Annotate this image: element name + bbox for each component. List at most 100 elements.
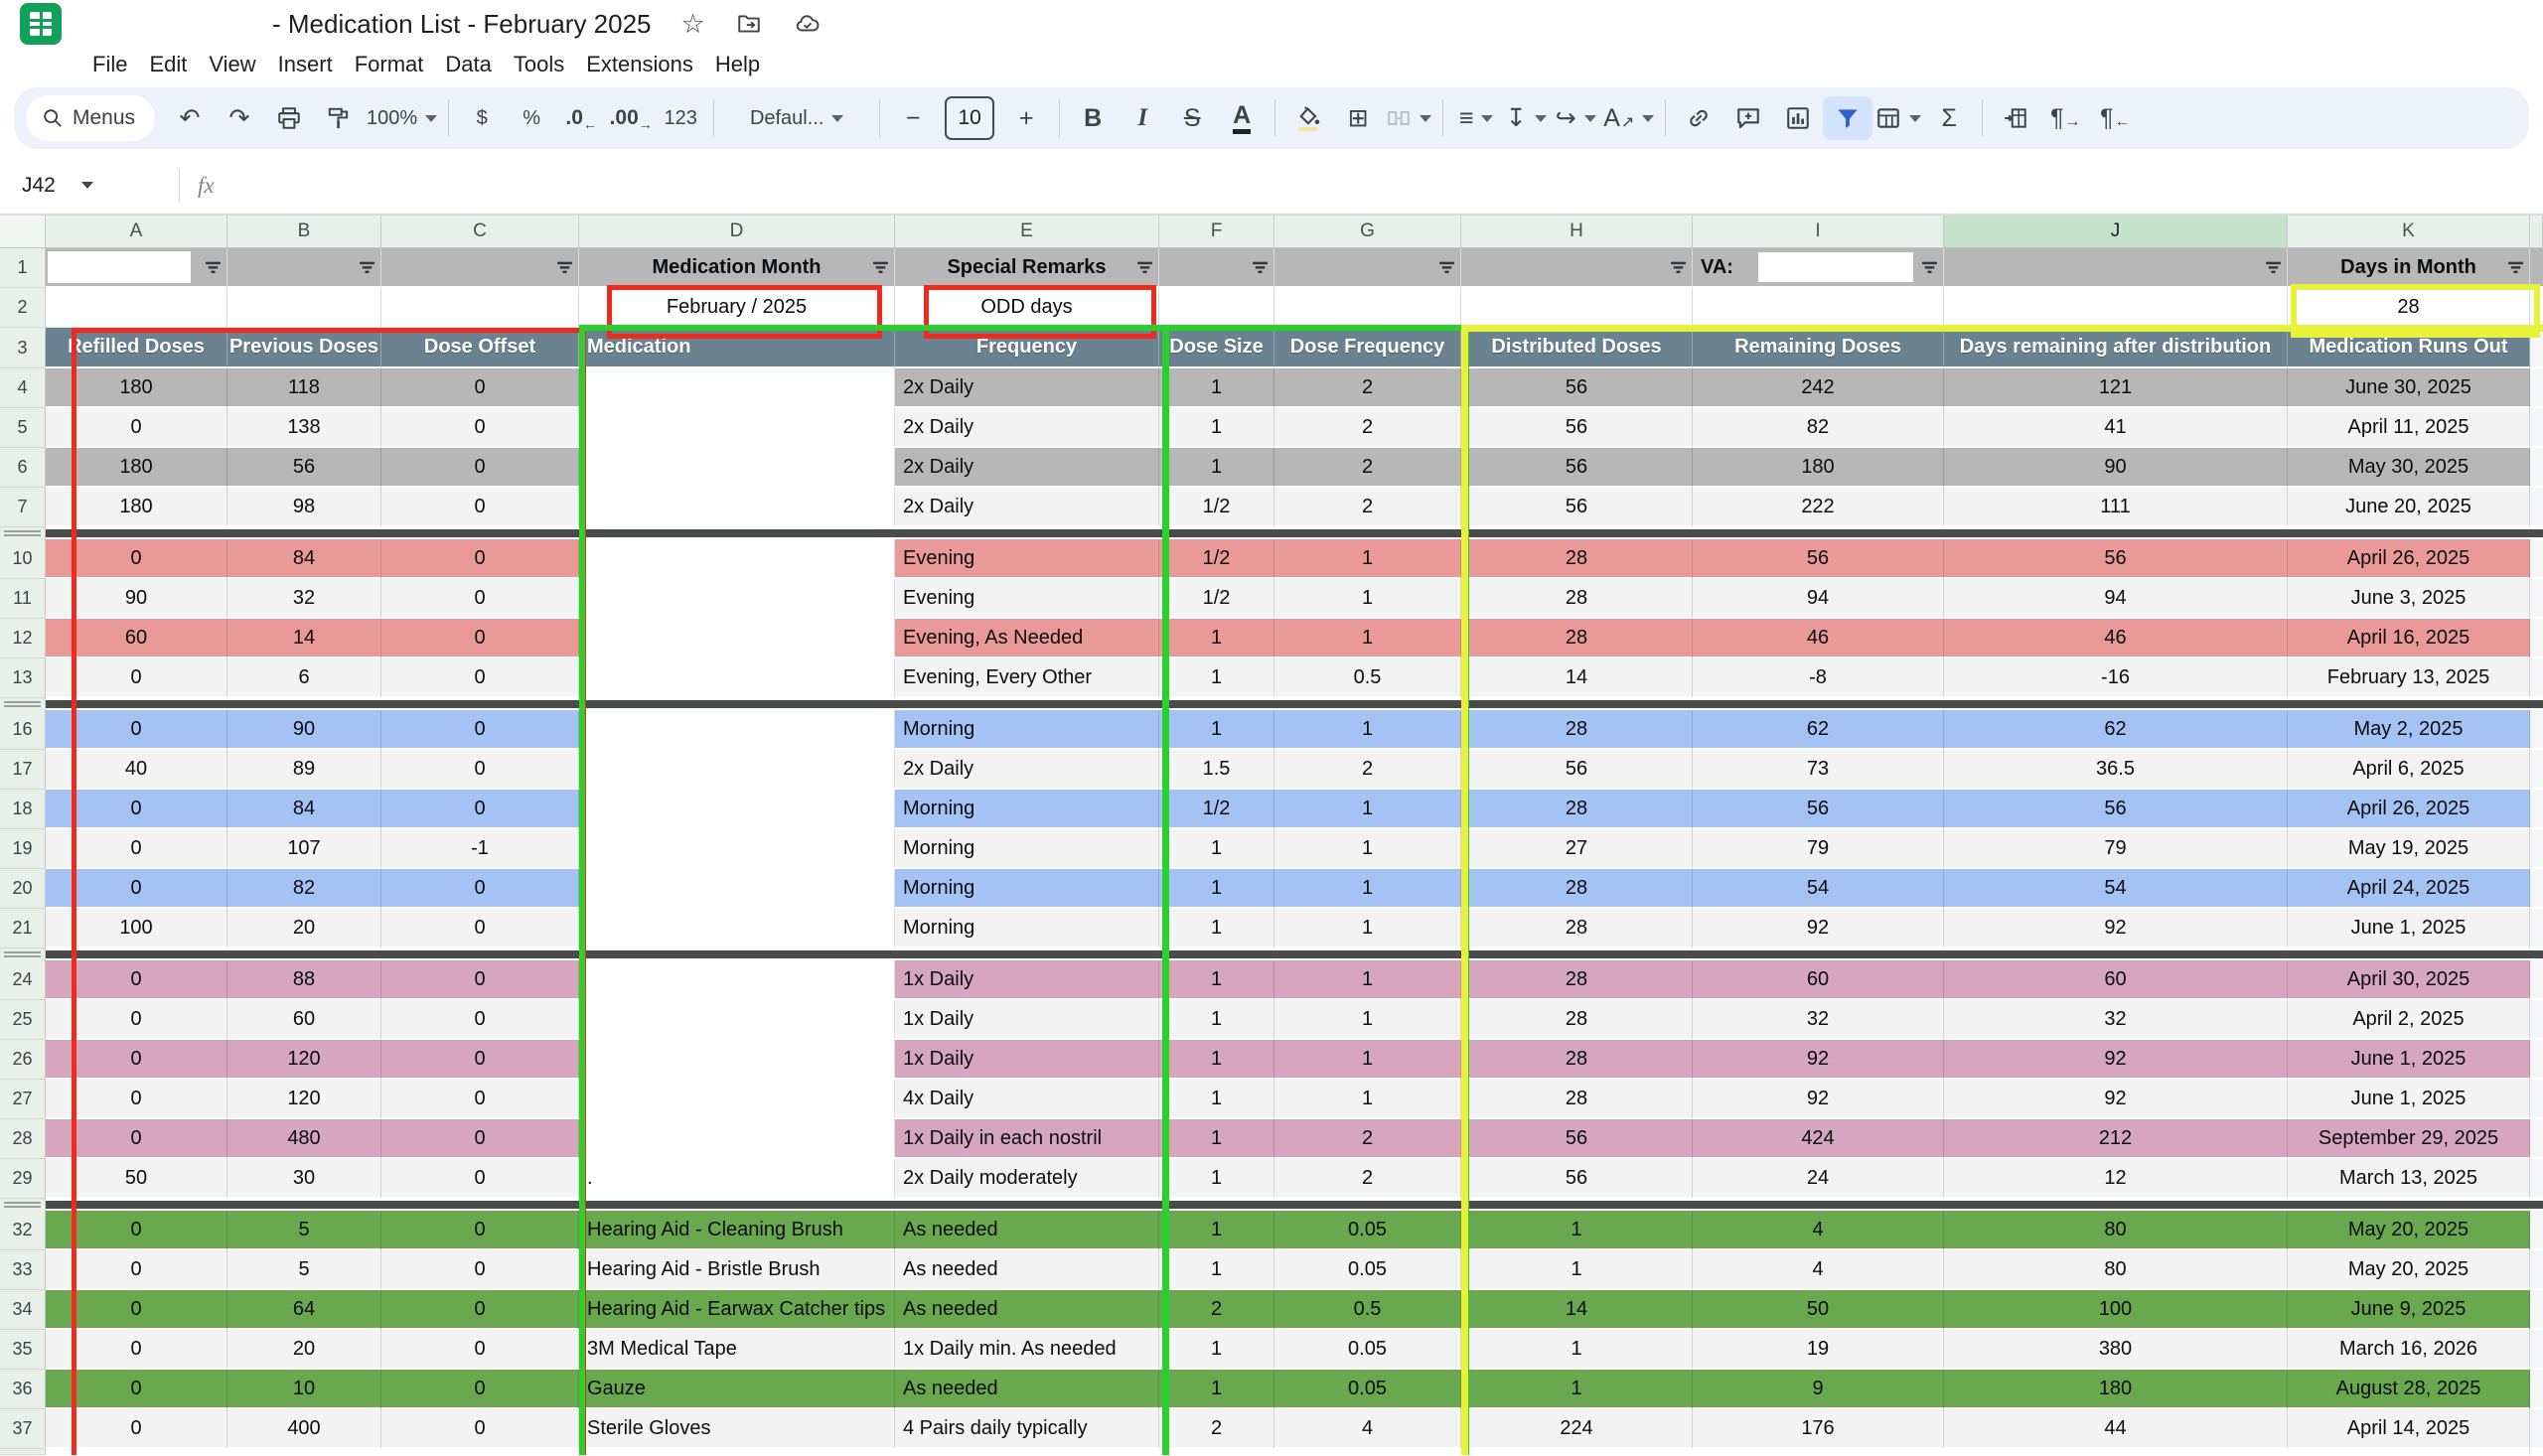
cell-K24[interactable]: April 30, 2025 xyxy=(2288,960,2530,1000)
cell-D20[interactable] xyxy=(579,869,895,909)
cell-G21[interactable]: 1 xyxy=(1274,909,1461,948)
cell-A33[interactable]: 0 xyxy=(46,1250,227,1290)
cell-I6[interactable]: 180 xyxy=(1693,448,1944,488)
cell-H20[interactable]: 28 xyxy=(1461,869,1693,909)
cell-G37[interactable]: 4 xyxy=(1274,1409,1461,1449)
cell-J28[interactable]: 212 xyxy=(1944,1119,2288,1159)
filter-icon[interactable] xyxy=(1921,260,1938,275)
cell-K1[interactable]: Days in Month xyxy=(2288,248,2530,288)
cell-F20[interactable]: 1 xyxy=(1159,869,1274,909)
cell-G33[interactable]: 0.05 xyxy=(1274,1250,1461,1290)
row-header-2[interactable]: 2 xyxy=(0,288,46,328)
cell-E3[interactable]: Frequency xyxy=(895,328,1159,368)
cell-F1[interactable] xyxy=(1159,248,1274,288)
cell-G32[interactable]: 0.05 xyxy=(1274,1211,1461,1250)
cell-E33[interactable]: As needed xyxy=(895,1250,1159,1290)
cell-J2[interactable] xyxy=(1944,288,2288,328)
row-header-33[interactable]: 33 xyxy=(0,1250,46,1290)
cell-H27[interactable]: 28 xyxy=(1461,1080,1693,1119)
cell-F3[interactable]: Dose Size xyxy=(1159,328,1274,368)
column-header-B[interactable]: B xyxy=(227,216,381,248)
cell-I18[interactable]: 56 xyxy=(1693,790,1944,829)
cell-C17[interactable]: 0 xyxy=(381,750,579,790)
cell-I11[interactable]: 94 xyxy=(1693,579,1944,619)
cell-I10[interactable]: 56 xyxy=(1693,539,1944,579)
cell-I7[interactable]: 222 xyxy=(1693,488,1944,527)
cell-H29[interactable]: 56 xyxy=(1461,1159,1693,1199)
cell-C27[interactable]: 0 xyxy=(381,1080,579,1119)
cell-F34[interactable]: 2 xyxy=(1159,1290,1274,1330)
cell-E13[interactable]: Evening, Every Other xyxy=(895,658,1159,698)
cell-A3[interactable]: Refilled Doses xyxy=(46,328,227,368)
cell-H17[interactable]: 56 xyxy=(1461,750,1693,790)
column-header-F[interactable]: F xyxy=(1159,216,1274,248)
cell-D6[interactable] xyxy=(579,448,895,488)
row-header-18[interactable]: 18 xyxy=(0,790,46,829)
cell-J7[interactable]: 111 xyxy=(1944,488,2288,527)
row-header-4[interactable]: 4 xyxy=(0,368,46,408)
menu-tools[interactable]: Tools xyxy=(503,50,575,79)
cell-E17[interactable]: 2x Daily xyxy=(895,750,1159,790)
cell-C32[interactable]: 0 xyxy=(381,1211,579,1250)
cell-D2[interactable]: February / 2025 xyxy=(579,288,895,328)
cell-I1[interactable]: VA: xyxy=(1693,248,1944,288)
cell-H19[interactable]: 27 xyxy=(1461,829,1693,869)
cell-D26[interactable] xyxy=(579,1040,895,1080)
filter-icon[interactable] xyxy=(556,260,573,275)
cell-F32[interactable]: 1 xyxy=(1159,1211,1274,1250)
cell-E16[interactable]: Morning xyxy=(895,710,1159,750)
menu-help[interactable]: Help xyxy=(704,50,771,79)
insert-comment-button[interactable] xyxy=(1723,96,1773,140)
cell-F17[interactable]: 1.5 xyxy=(1159,750,1274,790)
cell-C1[interactable] xyxy=(381,248,579,288)
zoom-select[interactable]: 100% xyxy=(364,96,440,140)
row-header-27[interactable]: 27 xyxy=(0,1080,46,1119)
more-formats-button[interactable]: 123 xyxy=(656,96,705,140)
merge-cells-button[interactable] xyxy=(1383,96,1434,140)
cell-A36[interactable]: 0 xyxy=(46,1370,227,1409)
column-header-C[interactable]: C xyxy=(381,216,579,248)
hidden-rows-band[interactable] xyxy=(46,1199,2543,1211)
decrease-font-size-button[interactable]: − xyxy=(888,96,938,140)
cell-D5[interactable] xyxy=(579,408,895,448)
cell-K10[interactable]: April 26, 2025 xyxy=(2288,539,2530,579)
cell-K6[interactable]: May 30, 2025 xyxy=(2288,448,2530,488)
cell-H5[interactable]: 56 xyxy=(1461,408,1693,448)
cell-H28[interactable]: 56 xyxy=(1461,1119,1693,1159)
cell-C5[interactable]: 0 xyxy=(381,408,579,448)
fill-color-button[interactable] xyxy=(1283,96,1333,140)
cell-B12[interactable]: 14 xyxy=(227,619,381,658)
cell-E7[interactable]: 2x Daily xyxy=(895,488,1159,527)
cell-C24[interactable]: 0 xyxy=(381,960,579,1000)
cell-K17[interactable]: April 6, 2025 xyxy=(2288,750,2530,790)
cell-B37[interactable]: 400 xyxy=(227,1409,381,1449)
cell-D19[interactable] xyxy=(579,829,895,869)
cell-H6[interactable]: 56 xyxy=(1461,448,1693,488)
cell-H32[interactable]: 1 xyxy=(1461,1211,1693,1250)
cell-H37[interactable]: 224 xyxy=(1461,1409,1693,1449)
cell-C19[interactable]: -1 xyxy=(381,829,579,869)
cell-G17[interactable]: 2 xyxy=(1274,750,1461,790)
cell-G11[interactable]: 1 xyxy=(1274,579,1461,619)
paint-format-button[interactable] xyxy=(314,96,364,140)
cell-A1[interactable] xyxy=(46,248,227,288)
cell-K32[interactable]: May 20, 2025 xyxy=(2288,1211,2530,1250)
cell-J10[interactable]: 56 xyxy=(1944,539,2288,579)
cell-D36[interactable]: Gauze xyxy=(579,1370,895,1409)
cell-I28[interactable]: 424 xyxy=(1693,1119,1944,1159)
cell-J19[interactable]: 79 xyxy=(1944,829,2288,869)
cell-F2[interactable] xyxy=(1159,288,1274,328)
cell-B6[interactable]: 56 xyxy=(227,448,381,488)
cell-H25[interactable]: 28 xyxy=(1461,1000,1693,1040)
cell-E1[interactable]: Special Remarks xyxy=(895,248,1159,288)
cell-F27[interactable]: 1 xyxy=(1159,1080,1274,1119)
cell-B25[interactable]: 60 xyxy=(227,1000,381,1040)
cell-H34[interactable]: 14 xyxy=(1461,1290,1693,1330)
menu-extensions[interactable]: Extensions xyxy=(575,50,704,79)
cell-D16[interactable] xyxy=(579,710,895,750)
cell-B29[interactable]: 30 xyxy=(227,1159,381,1199)
cell-A2[interactable] xyxy=(46,288,227,328)
text-direction-rtl-button[interactable]: ¶← xyxy=(2090,96,2140,140)
cell-J26[interactable]: 92 xyxy=(1944,1040,2288,1080)
column-header-K[interactable]: K xyxy=(2288,216,2530,248)
